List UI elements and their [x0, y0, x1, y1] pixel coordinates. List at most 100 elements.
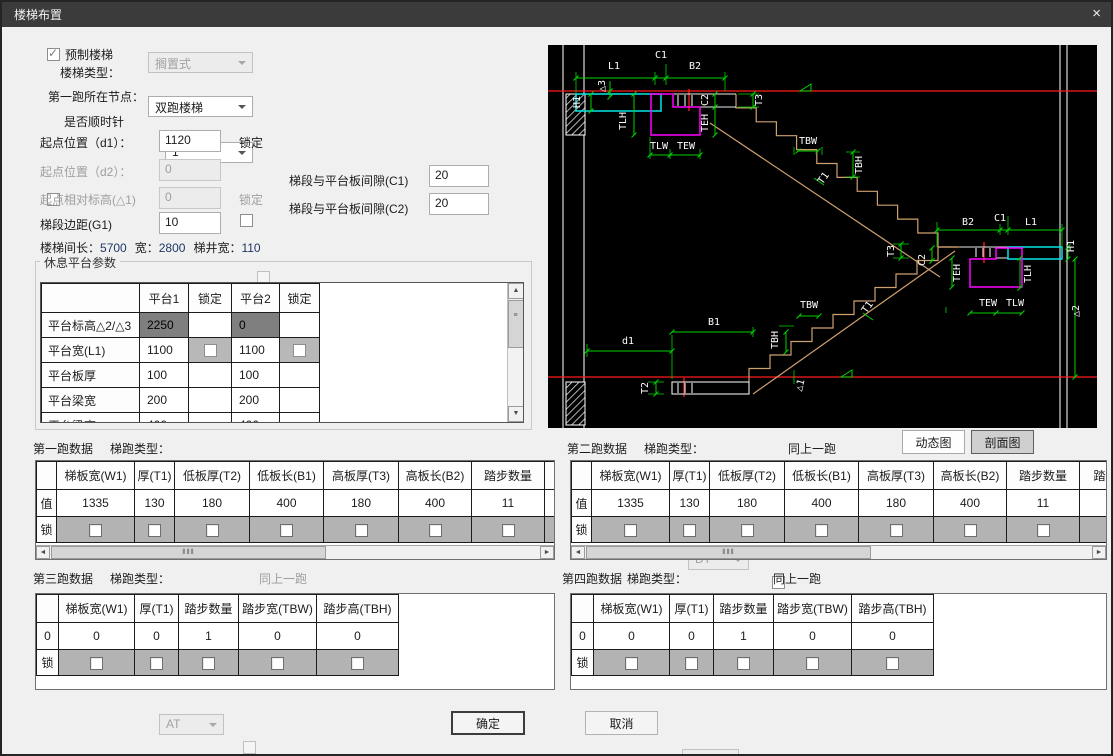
gap-c2-input[interactable]: 20 [429, 193, 489, 215]
cell[interactable]: 180 [324, 490, 399, 517]
stair-section-drawing: L1C1B2△3H1TLHC2TEHT3TLWTEWTBWTBHT1B2C1L1… [548, 45, 1097, 428]
run3-table-panel: 梯板宽(W1)厚(T1) 踏步数量踏步宽(TBW) 踏步高(TBH) 0 00 … [35, 593, 555, 690]
lock-checkbox[interactable] [806, 657, 819, 670]
cell[interactable]: 0 [59, 623, 135, 650]
run3-type-dropdown[interactable]: AT [159, 714, 224, 735]
cancel-button[interactable]: 取消 [585, 711, 658, 735]
lock-checkbox[interactable] [202, 657, 215, 670]
scroll-right-icon[interactable]: ► [540, 546, 554, 559]
lock-checkbox[interactable] [355, 524, 368, 537]
scrollbar-thumb[interactable]: ⦀⦀⦀ [51, 546, 326, 559]
svg-text:H1: H1 [1066, 240, 1077, 252]
run4-type-dropdown[interactable]: AT [682, 749, 739, 756]
title-bar[interactable]: 楼梯布置 × [2, 2, 1111, 27]
ok-button[interactable]: 确定 [451, 711, 525, 735]
svg-text:TBW: TBW [799, 136, 818, 147]
cell[interactable]: 100 [140, 363, 189, 388]
cell[interactable]: 180 [859, 490, 934, 517]
svg-text:TBH: TBH [854, 156, 865, 174]
lock-checkbox[interactable] [1037, 524, 1050, 537]
cell[interactable]: 1 [179, 623, 239, 650]
scroll-up-icon[interactable]: ▲ [508, 283, 524, 299]
lock-checkbox[interactable] [815, 524, 828, 537]
lock-checkbox[interactable] [886, 657, 899, 670]
run1-hscrollbar[interactable]: ◄ ⦀⦀⦀ ► [36, 545, 554, 559]
lock-checkbox[interactable] [206, 524, 219, 537]
lock-checkbox[interactable] [89, 524, 102, 537]
gap-c1-input[interactable]: 20 [429, 165, 489, 187]
lock-checkbox[interactable] [271, 657, 284, 670]
lock-checkbox[interactable] [429, 524, 442, 537]
section-view-button[interactable]: 剖面图 [971, 430, 1034, 454]
lock-checkbox[interactable] [502, 524, 515, 537]
cell[interactable]: 0 [594, 623, 670, 650]
cell[interactable]: 400 [250, 490, 324, 517]
cell[interactable]: 1 [714, 623, 774, 650]
run2-hscrollbar[interactable]: ◄ ⦀⦀⦀ ► [571, 545, 1106, 559]
cell[interactable]: 100 [232, 363, 280, 388]
cell[interactable]: 2250 [140, 313, 189, 338]
cell[interactable]: 0 [852, 623, 934, 650]
lock-checkbox[interactable] [683, 524, 696, 537]
lock-checkbox[interactable] [625, 657, 638, 670]
scrollbar-thumb[interactable]: ≡ [508, 300, 524, 348]
cell[interactable]: 0 [232, 313, 280, 338]
cell[interactable]: 400 [140, 413, 189, 424]
table-row: 锁 [572, 517, 1108, 543]
scrollbar-thumb[interactable]: ⦀⦀⦀ [586, 546, 871, 559]
lock-checkbox[interactable] [150, 657, 163, 670]
platform-table-panel: 平台1 锁定 平台2 锁定 平台标高△2/△3 2250 0 平台宽(L1) 1… [40, 282, 524, 423]
gap-c1-label: 梯段与平台板间隙(C1) [289, 172, 408, 189]
lock-checkbox[interactable] [148, 524, 161, 537]
cell[interactable]: 180 [710, 490, 785, 517]
prefab-stair-checkbox[interactable] [47, 48, 60, 61]
cell[interactable]: 200 [140, 388, 189, 413]
dynamic-view-button[interactable]: 动态图 [902, 430, 965, 454]
cell[interactable]: 0 [239, 623, 317, 650]
edge-dist-input[interactable]: 10 [159, 212, 221, 234]
cell[interactable]: 0 [135, 623, 179, 650]
prefab-type-dropdown[interactable]: 搁置式 [148, 52, 253, 73]
lock-checkbox[interactable] [351, 657, 364, 670]
scroll-down-icon[interactable]: ▼ [508, 406, 524, 422]
cell[interactable]: 0 [774, 623, 852, 650]
cell[interactable]: 400 [399, 490, 472, 517]
scroll-left-icon[interactable]: ◄ [36, 546, 50, 559]
platform2-width-lock-checkbox[interactable] [293, 344, 306, 357]
cell[interactable]: 11 [1007, 490, 1080, 517]
platform1-width-lock-checkbox[interactable] [204, 344, 217, 357]
cell[interactable]: 400 [232, 413, 280, 424]
cell[interactable]: 180 [175, 490, 250, 517]
d1-lock-checkbox[interactable] [240, 214, 253, 227]
cell[interactable]: 1335 [592, 490, 670, 517]
lock-checkbox[interactable] [737, 657, 750, 670]
cell[interactable]: 400 [934, 490, 1007, 517]
rel-elevation-input: 0 [159, 187, 221, 209]
close-icon[interactable]: × [1092, 4, 1101, 24]
cell[interactable]: 1335 [57, 490, 135, 517]
lock-checkbox[interactable] [685, 657, 698, 670]
lock-checkbox[interactable] [90, 657, 103, 670]
run3-type-label: 梯跑类型： [110, 570, 170, 587]
cell[interactable]: 0 [670, 623, 714, 650]
cell[interactable]: 130 [135, 490, 175, 517]
scroll-right-icon[interactable]: ► [1092, 546, 1106, 559]
cell[interactable]: 200 [232, 388, 280, 413]
cell[interactable]: 130 [670, 490, 710, 517]
cell[interactable]: 11 [472, 490, 545, 517]
cell[interactable]: 1100 [232, 338, 280, 363]
lock-checkbox[interactable] [280, 524, 293, 537]
platform-table-scrollbar[interactable]: ▲ ≡ ▼ [507, 283, 523, 422]
lock-checkbox[interactable] [890, 524, 903, 537]
lock-checkbox[interactable] [741, 524, 754, 537]
dialog-body: 预制楼梯 搁置式 楼梯类型： 双跑楼梯 第一跑所在节点： 1 是否顺时针 起点位… [2, 27, 1111, 754]
cell[interactable]: 0 [317, 623, 399, 650]
svg-text:△2: △2 [1071, 305, 1082, 317]
scroll-left-icon[interactable]: ◄ [571, 546, 585, 559]
lock-checkbox[interactable] [964, 524, 977, 537]
start-d1-input[interactable]: 1120 [159, 130, 221, 152]
cell[interactable]: 1100 [140, 338, 189, 363]
lock-checkbox[interactable] [624, 524, 637, 537]
cell[interactable]: 400 [785, 490, 859, 517]
stair-type-dropdown[interactable]: 双跑楼梯 [148, 96, 253, 117]
